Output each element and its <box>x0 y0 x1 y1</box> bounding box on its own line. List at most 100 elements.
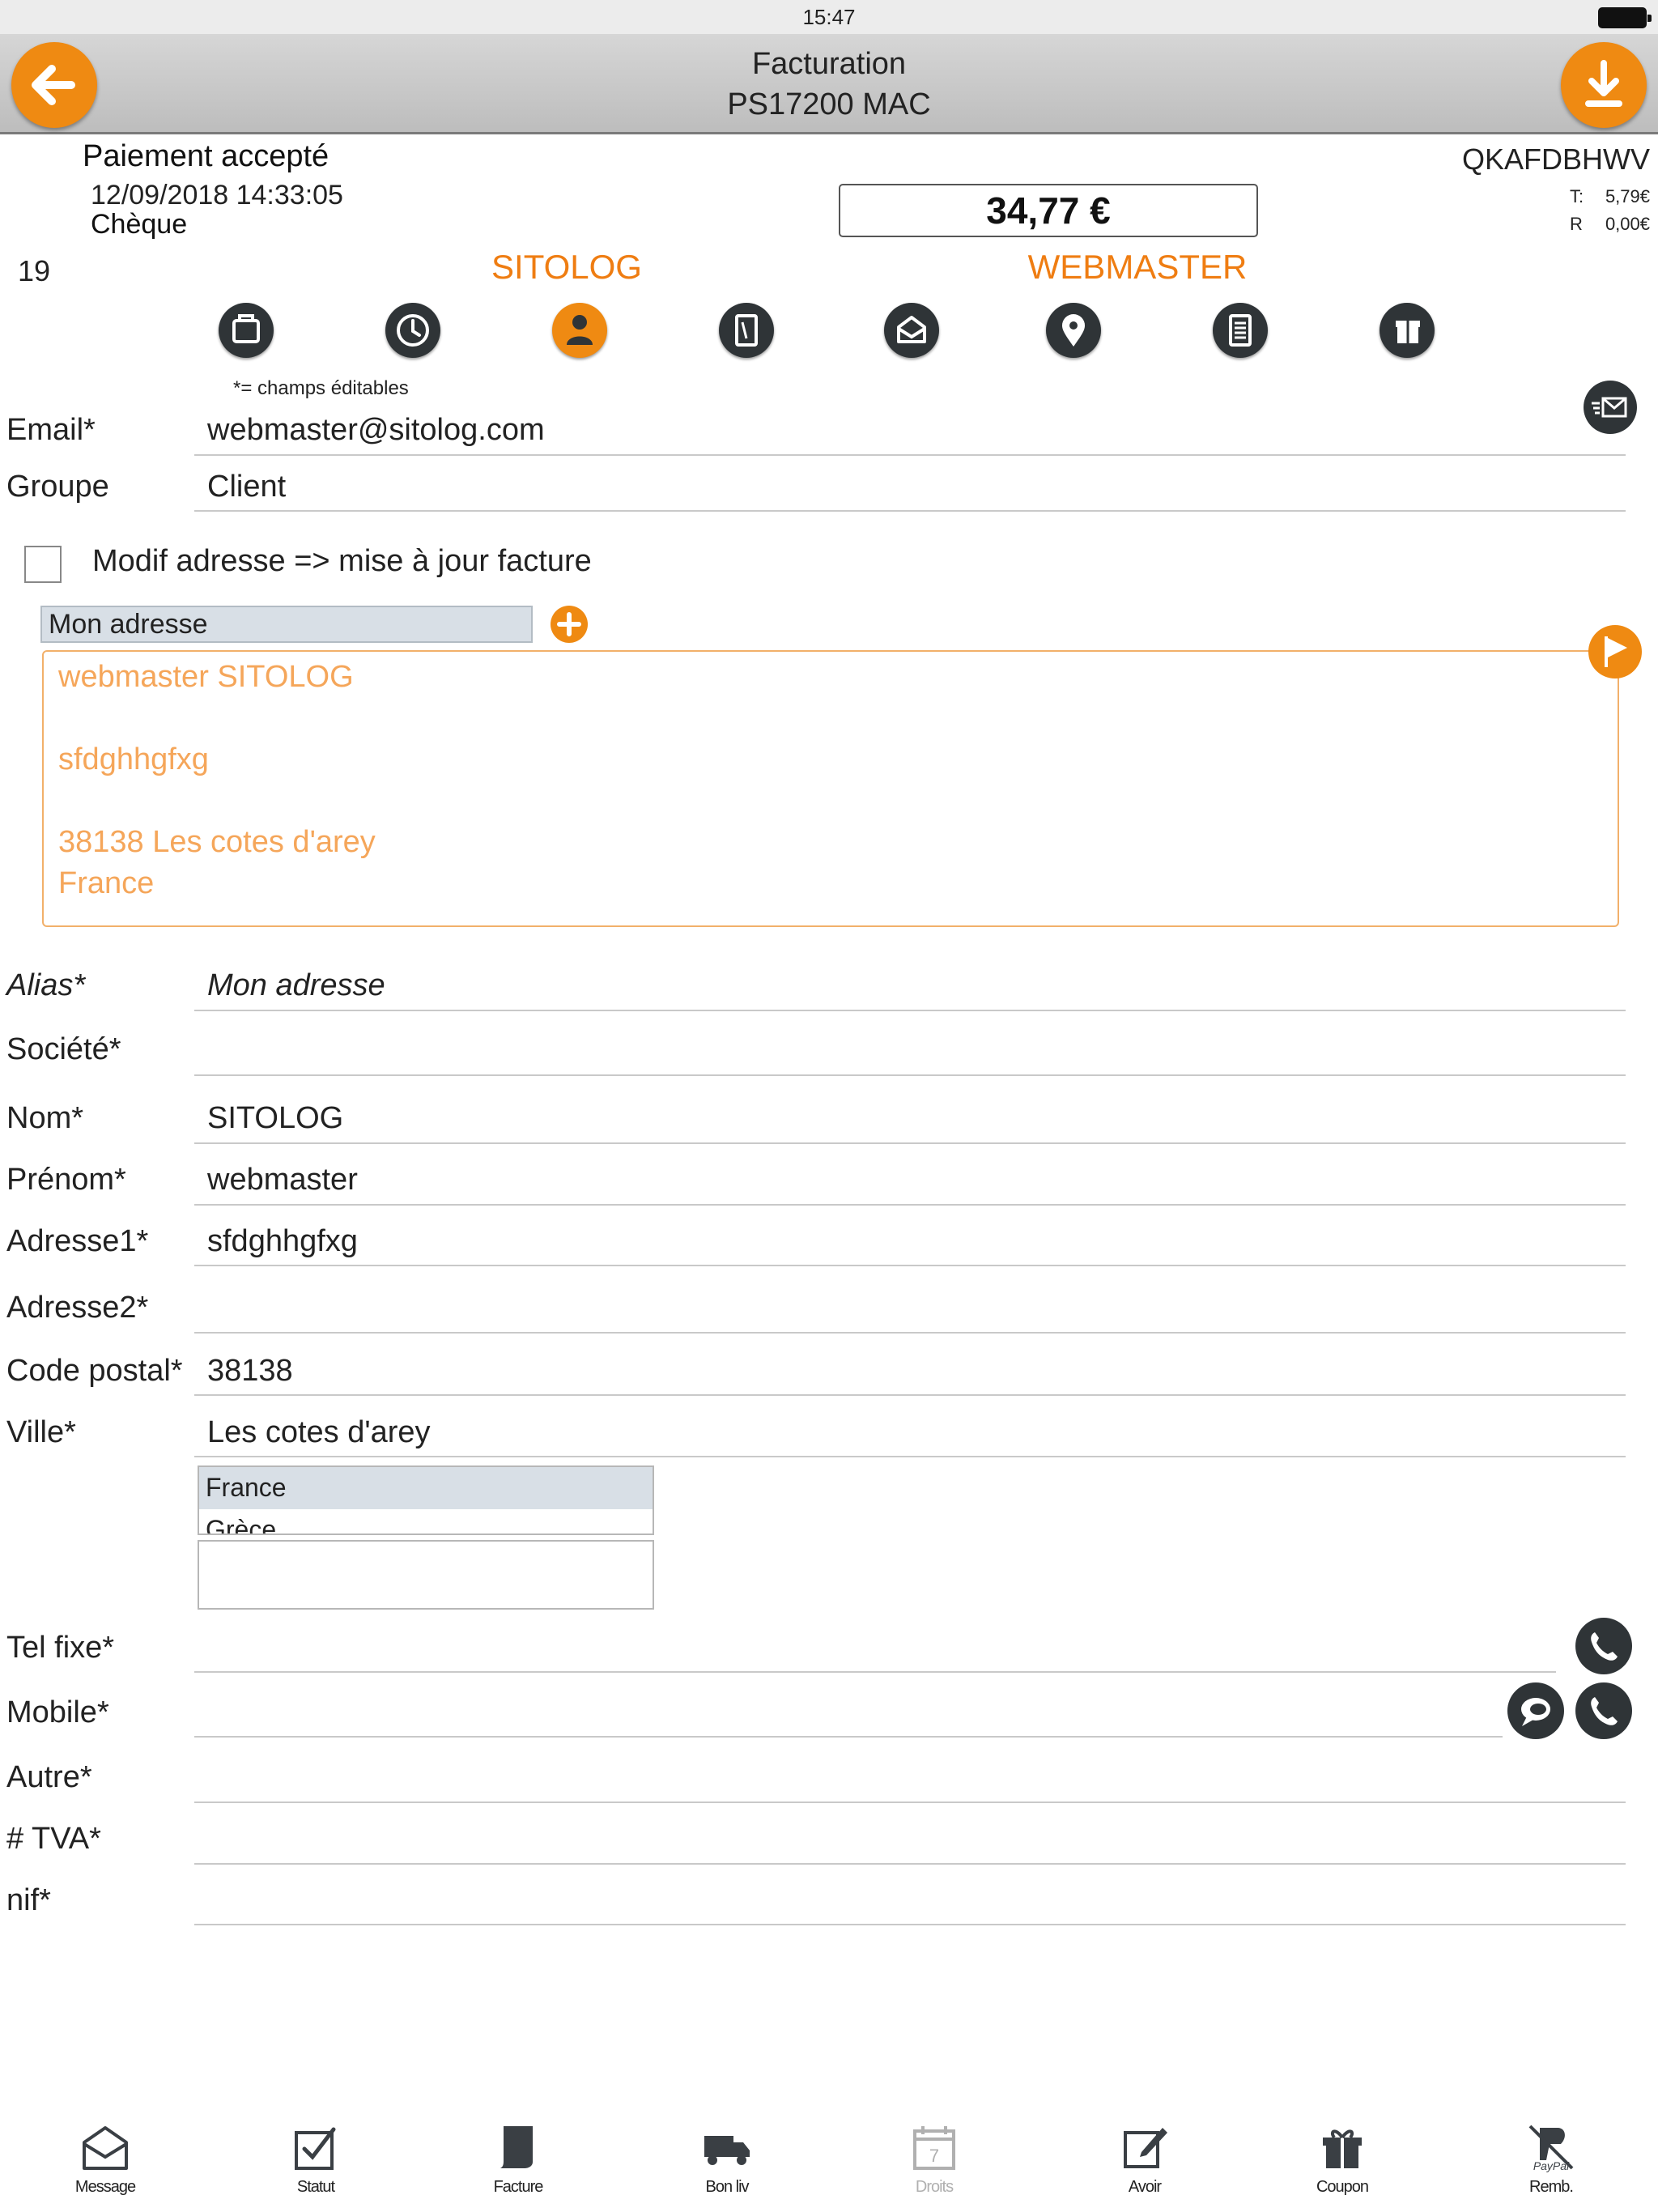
tab-coupon[interactable]: Coupon <box>1278 2121 1407 2202</box>
send-email-button[interactable] <box>1584 381 1637 434</box>
navigation-bar: Facturation PS17200 MAC <box>0 34 1658 134</box>
discount-label: R <box>1569 214 1583 234</box>
list-icon <box>1229 314 1252 347</box>
tool-document[interactable] <box>719 303 774 358</box>
country-option-france[interactable]: France <box>199 1467 653 1509</box>
tab-status[interactable]: Statut <box>251 2121 380 2202</box>
tab-refund-label: Remb. <box>1529 2178 1574 2196</box>
firstname-field[interactable]: webmaster <box>207 1163 358 1197</box>
alias-underline <box>194 1010 1626 1011</box>
tab-credit[interactable]: Avoir <box>1080 2121 1209 2202</box>
order-amounts: T: 5,79€ R 0,00€ <box>1570 183 1650 238</box>
location-icon <box>1062 314 1085 347</box>
tab-status-label: Statut <box>296 2178 335 2196</box>
message-icon <box>897 316 926 343</box>
order-date: 12/09/2018 14:33:05 <box>91 180 343 211</box>
svg-text:7: 7 <box>929 2146 939 2166</box>
editable-fields-note: *= champs éditables <box>233 377 409 399</box>
phone-icon <box>1591 1697 1618 1725</box>
gift-icon <box>1323 2129 1362 2168</box>
tool-history[interactable] <box>385 303 440 358</box>
other-underline[interactable] <box>194 1802 1626 1803</box>
address2-label: Adresse2* <box>6 1291 149 1325</box>
vat-label: # TVA* <box>6 1822 101 1856</box>
phone-label: Tel fixe* <box>6 1631 115 1665</box>
flag-button[interactable] <box>1588 625 1642 678</box>
tab-delivery[interactable]: Bon liv <box>662 2121 792 2202</box>
call-mobile-button[interactable] <box>1575 1682 1632 1739</box>
address-preview-line3: 38138 Les cotes d'arey <box>58 825 376 859</box>
modif-address-checkbox[interactable] <box>24 546 62 583</box>
customer-firstname: WEBMASTER <box>1027 248 1248 286</box>
envelope-icon <box>83 2126 128 2170</box>
tool-message[interactable] <box>884 303 939 358</box>
postcode-underline <box>194 1394 1626 1396</box>
address1-field[interactable]: sfdghhgfxg <box>207 1224 358 1259</box>
battery-icon <box>1598 7 1652 28</box>
customer-lastname: SITOLOG <box>491 248 642 286</box>
nif-label: nif* <box>6 1883 51 1917</box>
tax-value: 5,79€ <box>1605 186 1650 206</box>
download-button[interactable] <box>1561 42 1647 128</box>
address2-underline <box>194 1332 1626 1334</box>
tool-customer[interactable] <box>552 303 607 358</box>
page-title: Facturation <box>751 47 907 81</box>
discount-value: 0,00€ <box>1605 214 1650 234</box>
status-time: 15:47 <box>802 5 856 29</box>
send-email-icon <box>1592 397 1627 418</box>
postcode-label: Code postal* <box>6 1354 183 1388</box>
tab-message-label: Message <box>74 2178 136 2196</box>
tool-location[interactable] <box>1046 303 1101 358</box>
lastname-underline <box>194 1142 1626 1144</box>
group-field[interactable]: Client <box>207 470 286 504</box>
invoice-icon <box>500 2126 533 2168</box>
phone-underline[interactable] <box>194 1671 1556 1673</box>
paypal-refund-icon: PayPal <box>1528 2125 1574 2172</box>
tool-cart[interactable] <box>219 303 274 358</box>
tab-delivery-label: Bon liv <box>705 2178 749 2196</box>
tab-coupon-label: Coupon <box>1316 2178 1369 2196</box>
tool-gift[interactable] <box>1380 303 1435 358</box>
calendar-icon: 7 <box>913 2126 955 2170</box>
city-field[interactable]: Les cotes d'arey <box>207 1415 431 1450</box>
tab-refund[interactable]: PayPal Remb. <box>1486 2121 1616 2202</box>
download-icon <box>1585 60 1622 107</box>
sms-button[interactable] <box>1507 1682 1564 1739</box>
lastname-field[interactable]: SITOLOG <box>207 1101 343 1136</box>
state-select[interactable] <box>198 1540 654 1610</box>
address-select[interactable]: Mon adresse <box>40 606 533 643</box>
tab-message[interactable]: Message <box>40 2121 170 2202</box>
city-label: Ville* <box>6 1415 76 1449</box>
tool-list[interactable] <box>1213 303 1268 358</box>
address1-underline <box>194 1265 1626 1266</box>
call-phone-button[interactable] <box>1575 1618 1632 1674</box>
page-subtitle: PS17200 MAC <box>727 87 931 121</box>
order-total: 34,77 € <box>839 184 1258 237</box>
payment-method: Chèque <box>91 209 188 240</box>
email-field[interactable]: webmaster@sitolog.com <box>207 413 545 448</box>
postcode-field[interactable]: 38138 <box>207 1354 293 1389</box>
customer-id: 19 <box>18 254 51 287</box>
group-underline <box>194 510 1626 512</box>
address-preview-line4: France <box>58 866 155 900</box>
nif-underline[interactable] <box>194 1924 1626 1925</box>
tax-label: T: <box>1569 186 1584 206</box>
group-label: Groupe <box>6 470 109 504</box>
tab-invoice[interactable]: Facture <box>453 2121 583 2202</box>
city-underline <box>194 1456 1626 1457</box>
tab-rights: 7 Droits <box>869 2121 999 2202</box>
checkbox-icon <box>295 2127 336 2170</box>
document-icon <box>735 314 758 347</box>
tab-credit-label: Avoir <box>1128 2178 1162 2196</box>
other-label: Autre* <box>6 1760 92 1794</box>
add-address-button[interactable] <box>551 606 588 643</box>
address-preview-line1: webmaster SITOLOG <box>58 660 354 694</box>
flag-icon <box>1605 636 1627 667</box>
mobile-underline[interactable] <box>194 1736 1503 1738</box>
country-select[interactable]: France Grèce <box>198 1465 654 1535</box>
country-option-greece[interactable]: Grèce <box>199 1509 653 1534</box>
alias-field[interactable]: Mon adresse <box>207 968 385 1003</box>
vat-underline[interactable] <box>194 1863 1626 1865</box>
order-status: Paiement accepté <box>83 139 329 173</box>
address-preview-line2: sfdghhgfxg <box>58 742 209 776</box>
